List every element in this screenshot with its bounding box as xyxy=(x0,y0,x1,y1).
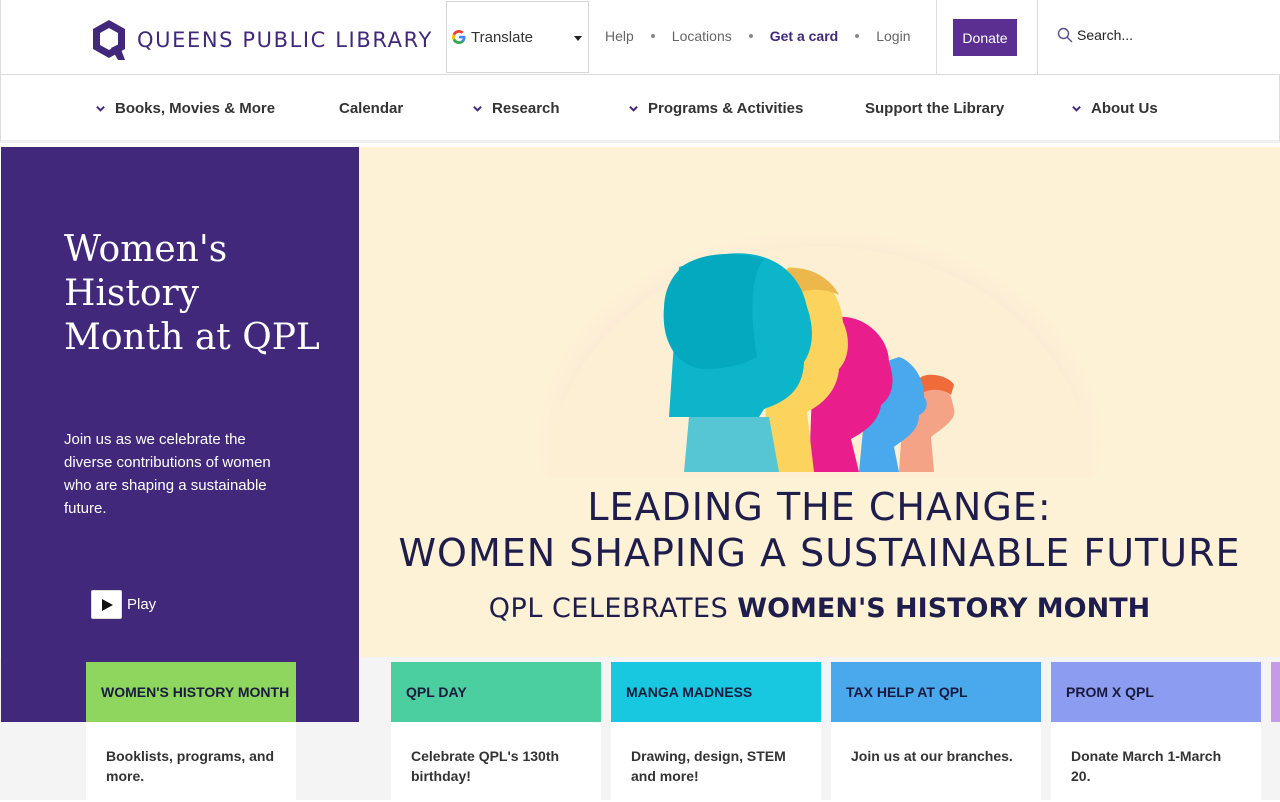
chevron-down-icon xyxy=(1072,105,1081,112)
feature-card[interactable]: WOMEN'S HISTORY MONTH Booklists, program… xyxy=(86,662,296,802)
nav-research[interactable]: Research xyxy=(473,75,560,141)
card-header: TAX HELP AT QPL xyxy=(831,662,1041,722)
nav-label: Calendar xyxy=(339,99,404,117)
play-label: Play xyxy=(127,596,157,613)
utility-links: Help Locations Get a card Login xyxy=(605,28,910,44)
hero-title: Women's History Month at QPL xyxy=(64,229,320,358)
feature-card[interactable]: MANGA MADNESS Drawing, design, STEM and … xyxy=(611,662,821,802)
separator-dot xyxy=(855,34,860,38)
chevron-down-icon xyxy=(96,105,105,112)
card-text: Drawing, design, STEM and more! xyxy=(631,748,786,784)
card-header: MANGA MADNESS xyxy=(611,662,821,722)
qpl-logo-icon xyxy=(93,20,125,60)
card-text: Donate March 1-March 20. xyxy=(1071,748,1222,784)
locations-link[interactable]: Locations xyxy=(672,28,732,44)
card-header: QPL DAY xyxy=(391,662,601,722)
help-link[interactable]: Help xyxy=(605,28,634,44)
translate-label: Translate xyxy=(471,28,533,46)
separator-dot xyxy=(748,34,753,38)
women-silhouettes-illustration xyxy=(520,172,1120,477)
translate-dropdown[interactable]: Translate xyxy=(446,1,589,73)
feature-card[interactable]: TAX HELP AT QPL Join us at our branches. xyxy=(831,662,1041,802)
nav-about-us[interactable]: About Us xyxy=(1072,75,1158,141)
card-header: WOMEN'S HISTORY MONTH xyxy=(86,662,296,722)
search-input[interactable] xyxy=(1077,27,1217,43)
nav-label: About Us xyxy=(1091,99,1158,117)
header-divider xyxy=(1037,0,1038,75)
hero-banner[interactable]: LEADING THE CHANGE: WOMEN SHAPING A SUST… xyxy=(359,147,1280,657)
nav-books-movies-more[interactable]: Books, Movies & More xyxy=(96,75,275,141)
banner-subheadline: QPL CELEBRATES WOMEN'S HISTORY MONTH xyxy=(359,593,1280,624)
login-link[interactable]: Login xyxy=(876,28,910,44)
card-text: Celebrate QPL's 130th birthday! xyxy=(411,748,560,784)
donate-button[interactable]: Donate xyxy=(953,19,1017,56)
next-card-peek[interactable] xyxy=(1271,662,1280,722)
home-logo-link[interactable]: QUEENS PUBLIC LIBRARY xyxy=(91,18,433,62)
google-g-icon xyxy=(452,30,466,44)
nav-label: Programs & Activities xyxy=(648,99,804,117)
nav-label: Research xyxy=(492,99,560,117)
card-text: Booklists, programs, and more. xyxy=(106,748,275,784)
banner-sub-light: QPL CELEBRATES xyxy=(488,593,738,624)
caret-down-icon xyxy=(574,36,582,41)
nav-support-the-library[interactable]: Support the Library xyxy=(865,75,1004,141)
banner-sub-bold: WOMEN'S HISTORY MONTH xyxy=(737,593,1151,624)
play-button[interactable]: Play xyxy=(91,590,156,619)
play-icon xyxy=(91,590,122,619)
logo-text: QUEENS PUBLIC LIBRARY xyxy=(137,28,433,52)
hero-description: Join us as we celebrate the diverse cont… xyxy=(64,431,271,517)
nav-programs-activities[interactable]: Programs & Activities xyxy=(629,75,803,141)
separator-dot xyxy=(650,34,655,38)
get-a-card-link[interactable]: Get a card xyxy=(770,28,838,44)
banner-headline-2: WOMEN SHAPING A SUSTAINABLE FUTURE xyxy=(398,531,1241,575)
chevron-down-icon xyxy=(473,105,482,112)
feature-card[interactable]: QPL DAY Celebrate QPL's 130th birthday! xyxy=(391,662,601,802)
main-navigation: Books, Movies & More Calendar Research P… xyxy=(0,75,1280,143)
chevron-down-icon xyxy=(629,105,638,112)
card-header: PROM X QPL xyxy=(1051,662,1261,722)
nav-label: Books, Movies & More xyxy=(115,99,276,117)
card-text: Join us at our branches. xyxy=(851,748,1013,764)
nav-label: Support the Library xyxy=(865,99,1005,117)
nav-calendar[interactable]: Calendar xyxy=(339,75,403,141)
feature-card[interactable]: PROM X QPL Donate March 1-March 20. xyxy=(1051,662,1261,802)
banner-headline-1: LEADING THE CHANGE: xyxy=(587,485,1052,529)
search-icon xyxy=(1057,27,1073,43)
header-divider xyxy=(936,0,937,75)
utility-header: QUEENS PUBLIC LIBRARY Translate Help Loc… xyxy=(0,0,1280,75)
search-box[interactable] xyxy=(1057,27,1217,43)
